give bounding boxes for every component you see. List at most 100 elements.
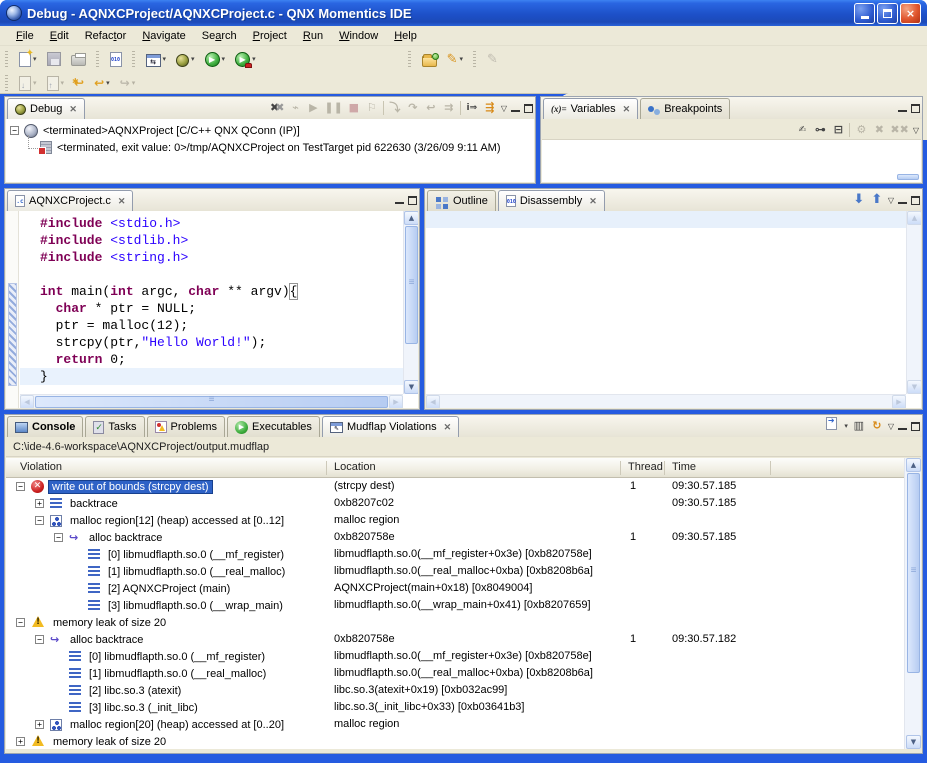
violation-row[interactable]: − memory leak of size 20: [6, 614, 904, 631]
show-logical-structure-button[interactable]: ⊶: [813, 122, 827, 138]
violation-label[interactable]: [1] libmudflapth.so.0 (__real_malloc): [105, 566, 288, 578]
toolbar-handle[interactable]: [5, 75, 8, 91]
disassembly-content[interactable]: ▲ ▼ ◀ ▶: [426, 211, 921, 408]
scroll-down-button[interactable]: ⬇: [852, 192, 866, 208]
menu-navigate[interactable]: Navigate: [134, 28, 193, 44]
minimize-view-icon[interactable]: [898, 196, 907, 204]
menu-search[interactable]: Search: [194, 28, 245, 44]
toolbar-handle[interactable]: [408, 51, 411, 67]
tab-executables[interactable]: Executables: [227, 416, 320, 437]
code-line[interactable]: [40, 266, 403, 283]
expand-icon[interactable]: +: [35, 720, 44, 729]
menu-window[interactable]: Window: [331, 28, 386, 44]
violation-label[interactable]: [2] libc.so.3 (atexit): [86, 685, 184, 697]
toolbar-handle[interactable]: [132, 51, 135, 67]
minimize-view-icon[interactable]: [511, 104, 520, 112]
debug-button[interactable]: ▾: [172, 49, 199, 70]
violations-vscrollbar[interactable]: ▲ ▼: [904, 458, 921, 749]
collapse-icon[interactable]: −: [35, 516, 44, 525]
violation-row[interactable]: −write out of bounds (strcpy dest)(strcp…: [6, 478, 904, 495]
toolbar-handle[interactable]: [5, 51, 8, 67]
violation-row[interactable]: −malloc region[12] (heap) accessed at [0…: [6, 512, 904, 529]
violation-label[interactable]: write out of bounds (strcpy dest): [48, 480, 213, 494]
expand-icon[interactable]: +: [16, 737, 25, 746]
violations-table-header[interactable]: Violation Location Thread Time: [6, 458, 904, 478]
violation-label[interactable]: memory leak of size 20: [50, 736, 169, 748]
editor-vscrollbar[interactable]: ▲ ▼: [403, 211, 418, 394]
toolbar-handle[interactable]: [473, 51, 476, 67]
tab-variables[interactable]: (x)= Variables ✕: [543, 98, 638, 119]
build-binary-button[interactable]: 010: [106, 49, 126, 70]
maximize-view-icon[interactable]: [524, 104, 533, 113]
collapse-icon[interactable]: −: [16, 482, 25, 491]
menu-project[interactable]: Project: [245, 28, 295, 44]
code-line[interactable]: strcpy(ptr,"Hello World!");: [40, 334, 403, 351]
minimize-view-icon[interactable]: [395, 196, 404, 204]
refresh-button[interactable]: ↻: [870, 418, 884, 434]
close-icon[interactable]: ✕: [118, 196, 126, 207]
violation-row[interactable]: [2] libc.so.3 (atexit)libc.so.3(atexit+0…: [6, 682, 904, 699]
maximize-view-icon[interactable]: [911, 196, 920, 205]
close-icon[interactable]: ✕: [69, 104, 77, 115]
maximize-view-icon[interactable]: [911, 104, 920, 113]
tab-console[interactable]: Console: [7, 416, 83, 437]
view-menu-icon[interactable]: ▽: [913, 126, 919, 135]
violation-label[interactable]: memory leak of size 20: [50, 617, 169, 629]
show-type-names-button[interactable]: ✍: [795, 122, 809, 138]
collapse-icon[interactable]: −: [16, 618, 25, 627]
tab-editor[interactable]: .c AQNXCProject.c ✕: [7, 190, 133, 211]
violations-rows[interactable]: −write out of bounds (strcpy dest)(strcp…: [6, 478, 904, 749]
menu-file[interactable]: File: [8, 28, 42, 44]
toolbar-handle[interactable]: [96, 51, 99, 67]
violation-row[interactable]: [1] libmudflapth.so.0 (__real_malloc)lib…: [6, 665, 904, 682]
violation-row[interactable]: −alloc backtrace0xb820758e109:30.57.182: [6, 631, 904, 648]
collapse-icon[interactable]: −: [54, 533, 63, 542]
code-line[interactable]: char * ptr = NULL;: [40, 300, 403, 317]
violation-label[interactable]: [0] libmudflapth.so.0 (__mf_register): [105, 549, 287, 561]
close-icon[interactable]: ✕: [444, 422, 452, 433]
new-wizard-button[interactable]: ✦▾: [15, 49, 41, 70]
code-line[interactable]: }: [20, 368, 403, 385]
tab-debug[interactable]: Debug ✕: [7, 98, 85, 119]
violation-label[interactable]: backtrace: [67, 498, 121, 510]
column-location[interactable]: Location: [334, 461, 376, 473]
configure-columns-button[interactable]: ▥: [852, 418, 866, 434]
violation-row[interactable]: −alloc backtrace0xb820758e109:30.57.185: [6, 529, 904, 546]
run-qnx-tool-button[interactable]: ▶▾: [231, 49, 260, 70]
remove-all-terminated-button[interactable]: ✖✖: [270, 100, 284, 116]
code-line[interactable]: #include <stdlib.h>: [40, 232, 403, 249]
code-line[interactable]: ptr = malloc(12);: [40, 317, 403, 334]
collapse-all-button[interactable]: ⊟: [831, 122, 845, 138]
violation-label[interactable]: [1] libmudflapth.so.0 (__real_malloc): [86, 668, 269, 680]
violation-row[interactable]: +malloc region[20] (heap) accessed at [0…: [6, 716, 904, 733]
expand-icon[interactable]: +: [35, 499, 44, 508]
menu-edit[interactable]: Edit: [42, 28, 77, 44]
code-line[interactable]: #include <stdio.h>: [40, 215, 403, 232]
export-log-menu-icon[interactable]: ▾: [844, 422, 848, 430]
maximize-button[interactable]: [877, 3, 898, 24]
tab-disassembly[interactable]: 010 Disassembly ✕: [498, 190, 605, 211]
tab-mudflap-violations[interactable]: ⇖ Mudflap Violations ✕: [322, 416, 459, 437]
editor-content[interactable]: #include <stdio.h>#include <stdlib.h>#in…: [6, 211, 418, 408]
menu-refactor[interactable]: Refactor: [77, 28, 135, 44]
view-menu-icon[interactable]: ▽: [888, 196, 894, 205]
maximize-view-icon[interactable]: [911, 422, 920, 431]
code-line[interactable]: int main(int argc, char ** argv){: [40, 283, 403, 300]
close-button[interactable]: ×: [900, 3, 921, 24]
search-highlight-button[interactable]: ✎▾: [443, 48, 467, 71]
open-resource-button[interactable]: [418, 49, 441, 70]
export-log-button[interactable]: ➜: [824, 417, 838, 435]
violation-label[interactable]: [3] libmudflapth.so.0 (__wrap_main): [105, 600, 286, 612]
editor-ruler[interactable]: [6, 211, 19, 408]
violation-row[interactable]: [1] libmudflapth.so.0 (__real_malloc)lib…: [6, 563, 904, 580]
view-menu-icon[interactable]: ▽: [501, 104, 507, 113]
target-navigator-button[interactable]: ⇆▾: [142, 49, 171, 70]
tab-tasks[interactable]: Tasks: [85, 416, 144, 437]
violation-row[interactable]: [3] libc.so.3 (_init_libc)libc.so.3(_ini…: [6, 699, 904, 716]
menu-run[interactable]: Run: [295, 28, 331, 44]
collapse-icon[interactable]: −: [35, 635, 44, 644]
print-button[interactable]: [67, 49, 90, 69]
tab-breakpoints[interactable]: Breakpoints: [640, 98, 730, 119]
disassembly-vscrollbar[interactable]: ▲ ▼: [906, 211, 921, 394]
minimize-view-icon[interactable]: [898, 104, 907, 112]
